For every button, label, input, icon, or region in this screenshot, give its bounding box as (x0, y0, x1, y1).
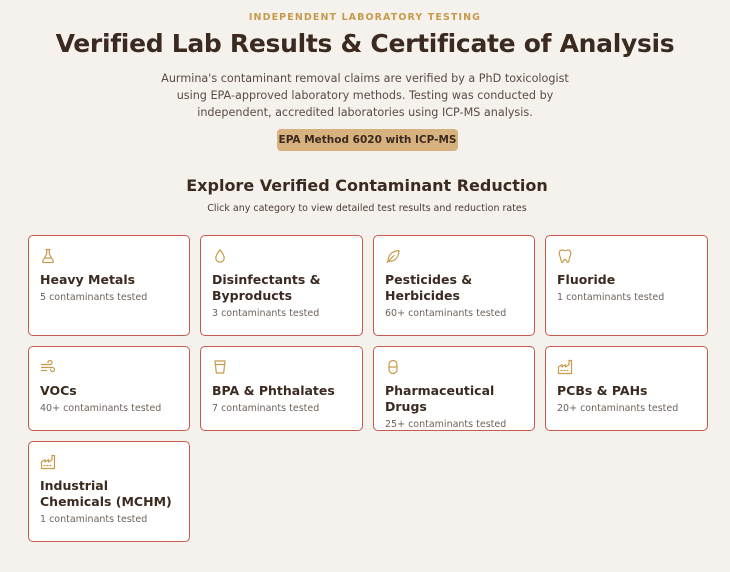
intro-description: Aurmina's contaminant removal claims are… (161, 72, 569, 119)
eyebrow-label: INDEPENDENT LABORATORY TESTING (248, 12, 482, 23)
category-count: 60+ contaminants tested (385, 308, 507, 319)
category-count: 20+ contaminants tested (557, 403, 679, 414)
category-name: BPA & Phthalates (212, 383, 335, 398)
category-name: Fluoride (557, 272, 616, 287)
method-badge: EPA Method 6020 with ICP-MS (277, 129, 458, 151)
section-subtitle: Click any category to view detailed test… (207, 203, 527, 214)
category-card-pharmaceutical[interactable]: Pharmaceutical Drugs 25+ contaminants te… (373, 346, 535, 431)
category-name: Pesticides & Herbicides (385, 272, 473, 303)
category-name: Disinfectants & Byproducts (212, 272, 321, 303)
category-name: Pharmaceutical Drugs (385, 383, 495, 414)
category-card-industrial[interactable]: Industrial Chemicals (MCHM) 1 contaminan… (28, 441, 190, 542)
category-count: 7 contaminants tested (212, 403, 320, 414)
category-name: VOCs (40, 383, 77, 398)
category-card-pcbs[interactable]: PCBs & PAHs 20+ contaminants tested (545, 346, 708, 431)
page: INDEPENDENT LABORATORY TESTING Verified … (0, 0, 730, 572)
category-card-disinfectants[interactable]: Disinfectants & Byproducts 3 contaminant… (200, 235, 363, 336)
category-count: 40+ contaminants tested (40, 403, 162, 414)
category-count: 25+ contaminants tested (385, 419, 507, 430)
section-title: Explore Verified Contaminant Reduction (186, 176, 548, 195)
category-card-vocs[interactable]: VOCs 40+ contaminants tested (28, 346, 190, 431)
category-card-pesticides[interactable]: Pesticides & Herbicides 60+ contaminants… (373, 235, 535, 336)
category-count: 5 contaminants tested (40, 292, 148, 303)
category-name: Heavy Metals (40, 272, 136, 287)
category-count: 1 contaminants tested (557, 292, 665, 303)
droplet-icon (212, 248, 228, 264)
wind-icon (40, 359, 56, 375)
flask-icon (40, 248, 56, 264)
category-card-heavy-metals[interactable]: Heavy Metals 5 contaminants tested (28, 235, 190, 336)
category-count: 3 contaminants tested (212, 308, 320, 319)
tooth-icon (557, 248, 573, 264)
page-title: Verified Lab Results & Certificate of An… (55, 29, 675, 58)
category-card-fluoride[interactable]: Fluoride 1 contaminants tested (545, 235, 708, 336)
factory-icon (40, 454, 56, 470)
category-count: 1 contaminants tested (40, 514, 148, 525)
category-name: PCBs & PAHs (557, 383, 648, 398)
factory-icon (557, 359, 573, 375)
cup-icon (212, 359, 228, 375)
pill-icon (385, 359, 401, 375)
category-card-bpa[interactable]: BPA & Phthalates 7 contaminants tested (200, 346, 363, 431)
category-name: Industrial Chemicals (MCHM) (40, 478, 172, 509)
leaf-icon (385, 248, 401, 264)
